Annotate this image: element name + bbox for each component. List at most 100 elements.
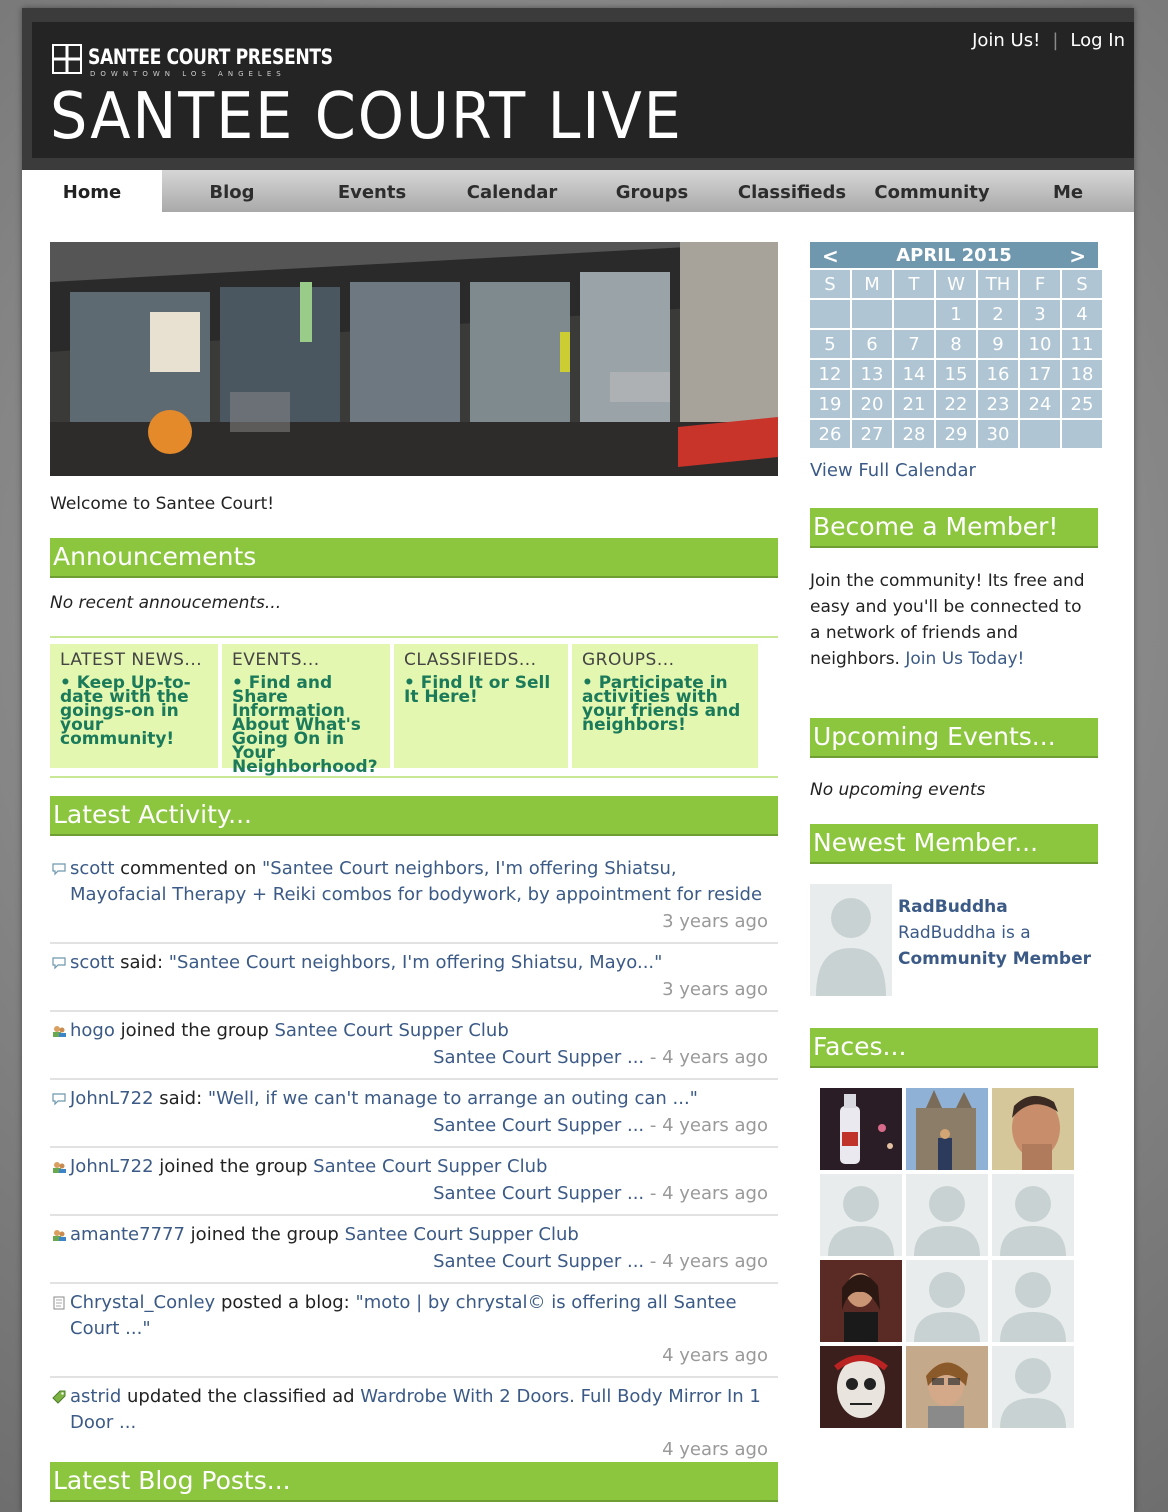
calendar-day[interactable]: 28 <box>894 420 934 448</box>
calendar-day[interactable]: 29 <box>936 420 976 448</box>
calendar-prev-button[interactable]: < <box>822 242 839 270</box>
activity-user[interactable]: scott <box>70 952 114 973</box>
activity-user[interactable]: Chrystal_Conley <box>70 1292 215 1313</box>
calendar-day <box>1062 420 1102 448</box>
calendar-day[interactable]: 14 <box>894 360 934 388</box>
calendar-dow: S <box>1062 270 1102 298</box>
calendar-day[interactable]: 2 <box>978 300 1018 328</box>
site-title[interactable]: SANTEE COURT LIVE <box>50 80 683 154</box>
brand-subtext: DOWNTOWN LOS ANGELES <box>90 70 286 78</box>
activity-user[interactable]: JohnL722 <box>70 1088 154 1109</box>
calendar-day[interactable]: 26 <box>810 420 850 448</box>
nav-groups[interactable]: Groups <box>582 170 722 212</box>
feature-events[interactable]: EVENTS... • Find and Share Information A… <box>222 644 390 776</box>
activity-user[interactable]: hogo <box>70 1020 115 1041</box>
face-avatar[interactable] <box>820 1260 902 1342</box>
nav-calendar[interactable]: Calendar <box>442 170 582 212</box>
nav-home[interactable]: Home <box>22 170 162 212</box>
nav-me[interactable]: Me <box>1002 170 1134 212</box>
activity-user[interactable]: scott <box>70 858 114 879</box>
calendar-day[interactable]: 24 <box>1020 390 1060 418</box>
calendar-day[interactable]: 12 <box>810 360 850 388</box>
calendar-day[interactable]: 9 <box>978 330 1018 358</box>
newest-member-name[interactable]: RadBuddha <box>898 894 1098 920</box>
calendar-day[interactable]: 27 <box>852 420 892 448</box>
calendar-month: APRIL 2015 <box>896 245 1012 266</box>
blog-icon <box>53 1296 65 1310</box>
nav-community[interactable]: Community <box>862 170 1002 212</box>
join-today-link[interactable]: Join Us Today! <box>905 649 1024 669</box>
calendar-day[interactable]: 5 <box>810 330 850 358</box>
feature-title: LATEST NEWS... <box>60 650 203 670</box>
nav-classifieds[interactable]: Classifieds <box>722 170 862 212</box>
activity-user[interactable]: astrid <box>70 1386 121 1407</box>
link-separator: | <box>1052 30 1059 51</box>
join-link[interactable]: Join Us! <box>972 30 1040 51</box>
activity-group-link[interactable]: Santee Court Supper ... <box>433 1251 644 1272</box>
activity-group-link[interactable]: Santee Court Supper ... <box>433 1115 644 1136</box>
calendar-day[interactable]: 21 <box>894 390 934 418</box>
view-full-calendar-link[interactable]: View Full Calendar <box>810 460 976 481</box>
face-avatar[interactable] <box>820 1088 902 1170</box>
classified-icon <box>52 1390 66 1404</box>
activity-item: astrid updated the classified ad Wardrob… <box>50 1378 778 1472</box>
face-avatar[interactable] <box>992 1346 1074 1428</box>
activity-target[interactable]: "Santee Court neighbors, I'm offering Sh… <box>169 952 663 973</box>
face-avatar[interactable] <box>906 1174 988 1256</box>
calendar-day[interactable]: 30 <box>978 420 1018 448</box>
calendar-dow: M <box>852 270 892 298</box>
calendar-day[interactable]: 25 <box>1062 390 1102 418</box>
calendar-day[interactable]: 22 <box>936 390 976 418</box>
feature-groups[interactable]: GROUPS... • Participate in activities wi… <box>572 644 758 768</box>
newest-member-avatar[interactable] <box>810 884 892 996</box>
calendar-day[interactable]: 15 <box>936 360 976 388</box>
nav-blog[interactable]: Blog <box>162 170 302 212</box>
skull-makeup-photo <box>820 1346 902 1428</box>
comment-icon <box>52 1093 66 1106</box>
calendar-day[interactable]: 17 <box>1020 360 1060 388</box>
calendar-day[interactable]: 23 <box>978 390 1018 418</box>
face-avatar[interactable] <box>906 1260 988 1342</box>
calendar-day[interactable]: 11 <box>1062 330 1102 358</box>
feature-link[interactable]: • Find It or Sell It Here! <box>404 675 558 706</box>
calendar-day[interactable]: 4 <box>1062 300 1102 328</box>
calendar-day[interactable]: 13 <box>852 360 892 388</box>
face-avatar[interactable] <box>992 1174 1074 1256</box>
default-avatar-icon <box>992 1174 1074 1256</box>
face-avatar[interactable] <box>906 1088 988 1170</box>
calendar-day[interactable]: 18 <box>1062 360 1102 388</box>
activity-target[interactable]: Santee Court Supper Club <box>313 1156 547 1177</box>
calendar-day[interactable]: 7 <box>894 330 934 358</box>
activity-target[interactable]: Santee Court Supper Club <box>345 1224 579 1245</box>
activity-dash: - <box>644 1183 663 1204</box>
face-avatar[interactable] <box>820 1174 902 1256</box>
face-avatar[interactable] <box>992 1260 1074 1342</box>
calendar-day[interactable]: 16 <box>978 360 1018 388</box>
login-link[interactable]: Log In <box>1070 30 1125 51</box>
feature-link[interactable]: • Find and Share Information About What'… <box>232 675 380 776</box>
nav-events[interactable]: Events <box>302 170 442 212</box>
face-avatar[interactable] <box>820 1346 902 1428</box>
activity-user[interactable]: amante7777 <box>70 1224 185 1245</box>
calendar-day[interactable]: 20 <box>852 390 892 418</box>
calendar-day[interactable]: 6 <box>852 330 892 358</box>
feature-classifieds[interactable]: CLASSIFIEDS... • Find It or Sell It Here… <box>394 644 568 768</box>
feature-link[interactable]: • Participate in activities with your fr… <box>582 675 748 734</box>
calendar-day[interactable]: 19 <box>810 390 850 418</box>
activity-group-link[interactable]: Santee Court Supper ... <box>433 1183 644 1204</box>
calendar-next-button[interactable]: > <box>1069 242 1086 270</box>
calendar-day[interactable]: 1 <box>936 300 976 328</box>
activity-target[interactable]: Santee Court Supper Club <box>275 1020 509 1041</box>
face-avatar[interactable] <box>906 1346 988 1428</box>
feature-latest-news[interactable]: LATEST NEWS... • Keep Up-to-date with th… <box>50 644 218 768</box>
activity-user[interactable]: JohnL722 <box>70 1156 154 1177</box>
feature-link[interactable]: • Keep Up-to-date with the goings-on in … <box>60 675 208 748</box>
calendar-day[interactable]: 8 <box>936 330 976 358</box>
activity-group-link[interactable]: Santee Court Supper ... <box>433 1047 644 1068</box>
activity-time: 4 years ago <box>662 1047 768 1068</box>
face-avatar[interactable] <box>992 1088 1074 1170</box>
calendar-day[interactable]: 3 <box>1020 300 1060 328</box>
activity-target[interactable]: "Well, if we can't manage to arrange an … <box>208 1088 698 1109</box>
calendar-day[interactable]: 10 <box>1020 330 1060 358</box>
calendar-dow: W <box>936 270 976 298</box>
